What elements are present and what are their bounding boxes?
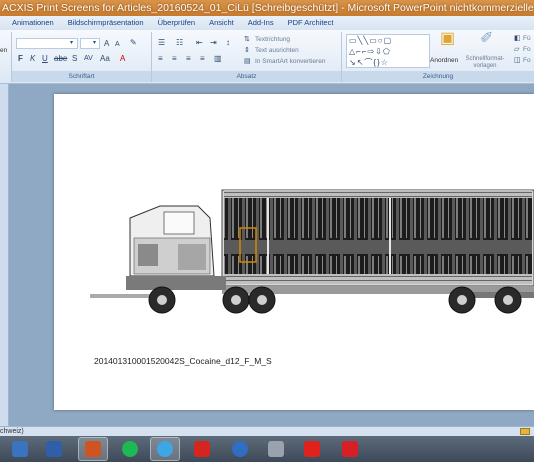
window-title: ACXIS Print Screens for Articles_2016052…	[0, 0, 534, 16]
arrows-row-icon[interactable]: △⌐⌐⇨⇩⬠	[349, 47, 391, 56]
underline-icon[interactable]: U	[42, 54, 48, 63]
avira-icon[interactable]	[340, 439, 360, 459]
shrink-font-icon[interactable]: A	[115, 40, 120, 49]
notes-icon-glyph	[46, 441, 62, 457]
acrobat-icon-glyph	[304, 441, 320, 457]
spotify-icon-glyph	[122, 441, 138, 457]
char-spacing-icon[interactable]: AV	[84, 54, 93, 63]
tab-ansicht[interactable]: Ansicht	[202, 16, 241, 30]
shadow-icon[interactable]: S	[72, 54, 77, 63]
chevron-down-icon[interactable]: ▾	[70, 39, 73, 48]
drawing-group: ▭╲╲▭○▢ △⌐⌐⇨⇩⬠ ↘↖⌒{}☆ ▣ Anordnen ✐ Schnel…	[342, 31, 534, 82]
lab-icon-glyph	[268, 441, 284, 457]
justify-icon[interactable]: ≡	[200, 54, 205, 63]
paragraph-group-label: Absatz	[152, 71, 341, 82]
shape-effects-button[interactable]: Fo	[523, 56, 531, 65]
change-case-icon[interactable]: Aa	[100, 54, 110, 63]
quick-styles-button[interactable]: Schnellformat-vorlagen	[462, 56, 508, 70]
tab-ueberpruefen[interactable]: Überprüfen	[151, 16, 203, 30]
powerpoint-window: ACXIS Print Screens for Articles_2016052…	[0, 0, 534, 462]
align-right-icon[interactable]: ≡	[186, 54, 191, 63]
shape-fill-button[interactable]: Fü	[523, 34, 531, 43]
font-name-select[interactable]	[16, 38, 78, 49]
align-left-icon[interactable]: ≡	[158, 54, 163, 63]
language-indicator[interactable]: chweiz)	[0, 427, 24, 436]
pen-icon[interactable]	[230, 439, 250, 459]
shape-outline-icon[interactable]: ▱	[514, 45, 519, 54]
shapes-row-icon[interactable]: ▭╲╲▭○▢	[349, 36, 392, 45]
truck-xray-image	[90, 189, 534, 314]
image-caption: 201401310001520042S_Cocaine_d12_F_M_S	[94, 356, 272, 366]
shapes-gallery[interactable]: ▭╲╲▭○▢ △⌐⌐⇨⇩⬠ ↘↖⌒{}☆	[346, 34, 430, 68]
bullets-icon[interactable]: ☰	[158, 38, 165, 47]
calculator-icon[interactable]	[10, 439, 30, 459]
shape-fill-icon[interactable]: ◧	[514, 34, 521, 43]
increase-indent-icon[interactable]: ⇥	[210, 38, 217, 47]
notes-icon[interactable]	[44, 439, 64, 459]
bold-icon[interactable]: F	[18, 54, 23, 63]
adobe-cloud-icon-glyph	[194, 441, 210, 457]
internet-explorer-icon[interactable]	[150, 437, 180, 461]
status-bar: chweiz)	[0, 426, 534, 436]
italic-icon[interactable]: K	[30, 54, 35, 63]
powerpoint-icon-glyph	[85, 441, 101, 457]
align-text-icon[interactable]: ⇕	[244, 46, 250, 55]
group-cut-label: en	[0, 47, 8, 54]
adobe-cloud-icon[interactable]	[192, 439, 212, 459]
font-size-select[interactable]	[80, 38, 100, 49]
internet-explorer-icon-glyph	[157, 441, 173, 457]
shape-outline-button[interactable]: Fo	[523, 45, 531, 54]
ribbon: en ▾ ▾ A A ✎ F K U abe S AV Aa A Schrift…	[0, 30, 534, 84]
misc-shapes-icon[interactable]: ↘↖⌒{}☆	[349, 58, 389, 67]
view-normal-icon[interactable]	[520, 428, 530, 435]
drawing-group-label: Zeichnung	[342, 71, 534, 82]
windows-taskbar	[0, 436, 534, 462]
pen-icon-glyph	[232, 441, 248, 457]
tab-add-ins[interactable]: Add-Ins	[241, 16, 281, 30]
clipboard-group-cut: en	[0, 32, 12, 82]
tab-animationen[interactable]: Animationen	[0, 16, 61, 30]
calculator-icon-glyph	[12, 441, 28, 457]
avira-icon-glyph	[342, 441, 358, 457]
convert-smartart-button[interactable]: In SmartArt konvertieren	[255, 57, 325, 66]
chevron-down-icon[interactable]: ▾	[93, 39, 96, 48]
font-group-label: Schriftart	[12, 71, 151, 82]
align-text-button[interactable]: Text ausrichten	[255, 46, 299, 55]
decrease-indent-icon[interactable]: ⇤	[196, 38, 203, 47]
slide-pane-edge[interactable]	[0, 84, 9, 426]
powerpoint-icon[interactable]	[78, 437, 108, 461]
numbering-icon[interactable]: ☷	[176, 38, 183, 47]
strikethrough-icon[interactable]: abe	[54, 54, 67, 63]
font-color-icon[interactable]: A	[120, 54, 125, 63]
line-spacing-icon[interactable]: ↕	[226, 38, 230, 47]
text-direction-button[interactable]: Textrichtung	[255, 35, 290, 44]
clear-format-icon[interactable]: ✎	[130, 38, 137, 47]
paragraph-group: ☰ ☷ ⇤ ⇥ ↕ ≡ ≡ ≡ ≡ ▥ ⇅ Textrichtung ⇕ Tex…	[152, 32, 342, 82]
smartart-icon[interactable]: ▤	[244, 57, 251, 66]
lab-icon[interactable]	[266, 439, 286, 459]
tab-pdf-architect[interactable]: PDF Architect	[281, 16, 341, 30]
tab-bildschirmpraesentation[interactable]: Bildschirmpräsentation	[61, 16, 151, 30]
spotify-icon[interactable]	[120, 439, 140, 459]
quick-styles-icon[interactable]: ✐	[480, 31, 493, 47]
acrobat-icon[interactable]	[302, 439, 322, 459]
ribbon-tabs: Animationen Bildschirmpräsentation Überp…	[0, 16, 534, 30]
align-center-icon[interactable]: ≡	[172, 54, 177, 63]
text-direction-icon[interactable]: ⇅	[244, 35, 250, 44]
columns-icon[interactable]: ▥	[214, 54, 222, 63]
arrange-icon[interactable]: ▣	[440, 31, 455, 47]
shape-effects-icon[interactable]: ◫	[514, 56, 521, 65]
grow-font-icon[interactable]: A	[104, 39, 109, 48]
arrange-button[interactable]: Anordnen	[430, 56, 458, 65]
font-group: ▾ ▾ A A ✎ F K U abe S AV Aa A Schriftart	[12, 32, 152, 82]
slide-canvas[interactable]: 201401310001520042S_Cocaine_d12_F_M_S	[54, 94, 534, 410]
